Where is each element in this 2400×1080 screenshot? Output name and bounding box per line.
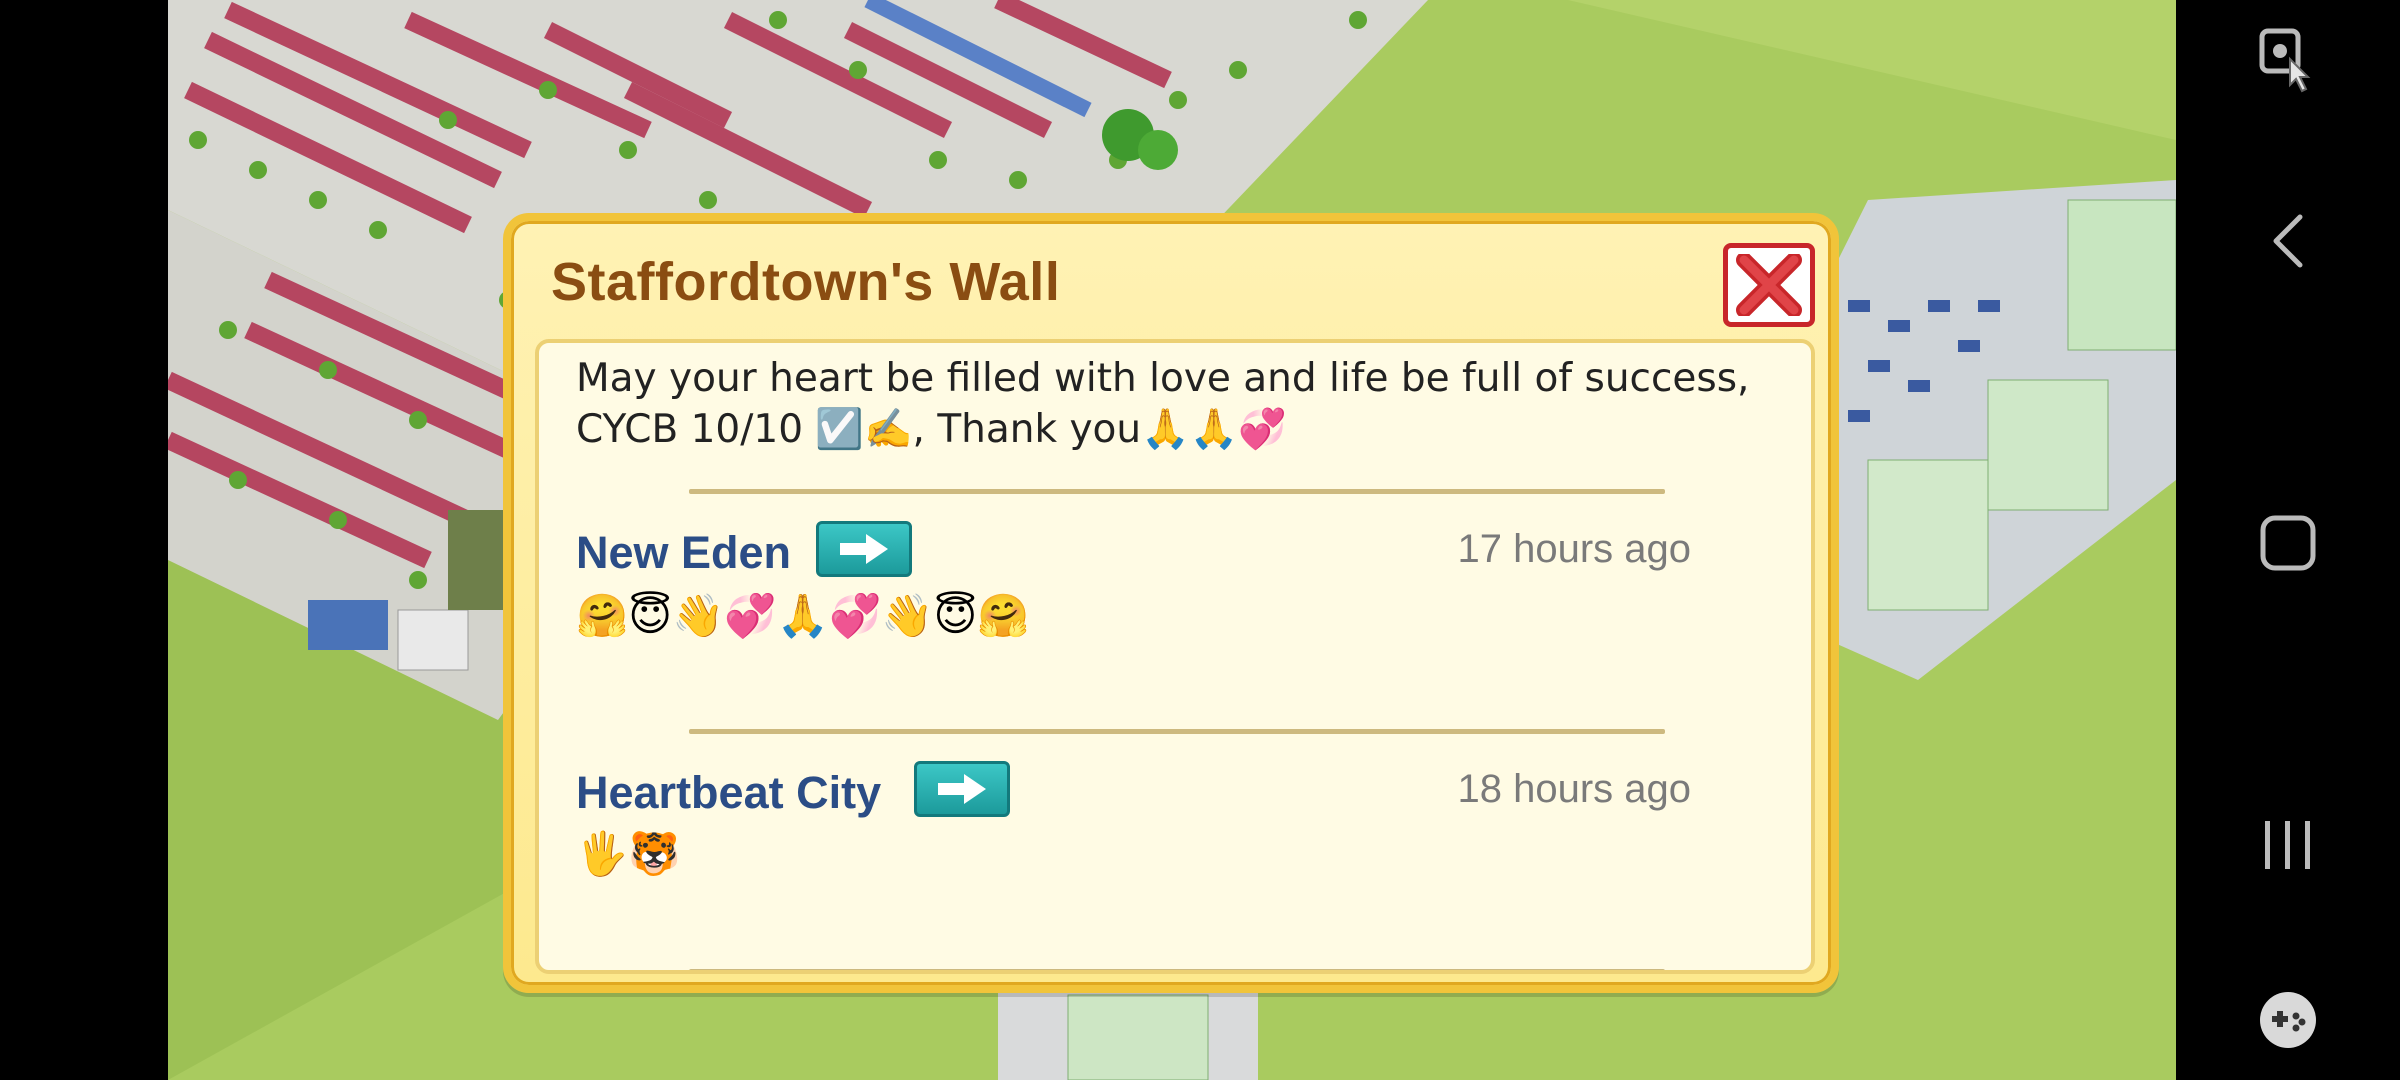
dialog-title: Staffordtown's Wall: [551, 252, 1061, 312]
close-x-icon: [1736, 254, 1802, 316]
wall-dialog: Staffordtown's Wall May your heart be fi…: [503, 213, 1839, 993]
post-text-line-1: May your heart be filled with love and l…: [576, 356, 1750, 401]
post-emoji-text: 🖐🐯: [576, 829, 681, 878]
system-navigation-bar: [2176, 0, 2400, 1080]
screenshot-touch-icon: [2259, 28, 2311, 93]
visit-city-button[interactable]: [914, 761, 1010, 817]
back-chevron-icon: [2273, 214, 2303, 268]
back-button[interactable]: [2176, 181, 2400, 301]
visit-city-button[interactable]: [816, 521, 912, 577]
message-divider: [689, 969, 1665, 970]
post-emoji-text: 🤗😇👋💞🙏💞👋😇🤗: [576, 591, 1030, 640]
message-divider: [689, 489, 1665, 494]
wall-post-text: May your heart be filled with love and l…: [576, 353, 1796, 455]
screenshot-touch-button[interactable]: [2176, 0, 2400, 120]
recents-icon: [2265, 821, 2310, 869]
game-controller-icon: [2260, 992, 2316, 1048]
post-timestamp: 17 hours ago: [1457, 527, 1691, 571]
game-tools-button[interactable]: [2176, 960, 2400, 1080]
post-author-new-eden[interactable]: New Eden: [576, 527, 791, 579]
message-divider: [689, 729, 1665, 734]
arrow-right-icon: [840, 534, 888, 564]
post-timestamp: 18 hours ago: [1457, 767, 1691, 811]
post-author-heartbeat-city[interactable]: Heartbeat City: [576, 767, 881, 819]
home-button[interactable]: [2176, 483, 2400, 603]
recents-button[interactable]: [2176, 785, 2400, 905]
close-button[interactable]: [1723, 243, 1815, 327]
arrow-right-icon: [938, 774, 986, 804]
home-square-icon: [2260, 515, 2316, 571]
post-text-line-2: CYCB 10/10 ☑️✍️, Thank you🙏🙏💞: [576, 407, 1287, 452]
wall-messages-list[interactable]: May your heart be filled with love and l…: [535, 339, 1815, 974]
